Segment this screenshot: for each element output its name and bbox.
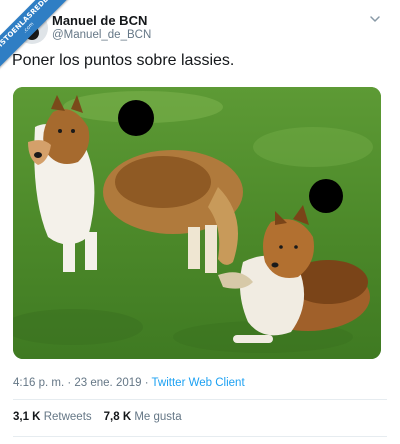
likes-stat[interactable]: 7,8 K Me gusta xyxy=(104,411,182,423)
likes-label: Me gusta xyxy=(134,411,182,423)
retweets-label: Retweets xyxy=(43,411,92,423)
divider-bottom xyxy=(13,436,387,437)
meta-separator-2: · xyxy=(141,377,152,389)
tweet-meta: 4:16 p. m. · 23 ene. 2019 · Twitter Web … xyxy=(13,377,245,389)
tweet-time[interactable]: 4:16 p. m. xyxy=(13,377,64,389)
black-dot-1 xyxy=(118,100,154,136)
client-link[interactable]: Twitter Web Client xyxy=(152,377,245,389)
collies-photo xyxy=(13,87,381,359)
tweet-image[interactable] xyxy=(13,87,381,359)
divider-top xyxy=(13,399,387,400)
author-handle[interactable]: @Manuel_de_BCN xyxy=(52,29,151,41)
meta-separator: · xyxy=(64,377,75,389)
tweet-stats: 3,1 K Retweets 7,8 K Me gusta xyxy=(13,411,182,423)
retweets-stat[interactable]: 3,1 K Retweets xyxy=(13,411,92,423)
author-name[interactable]: Manuel de BCN xyxy=(52,13,147,28)
likes-count: 7,8 K xyxy=(103,411,132,423)
tweet-date[interactable]: 23 ene. 2019 xyxy=(74,377,141,389)
black-dot-2 xyxy=(309,179,343,213)
tweet-text: Poner los puntos sobre lassies. xyxy=(12,52,235,69)
retweets-count: 3,1 K xyxy=(13,411,41,423)
chevron-down-icon[interactable] xyxy=(368,12,382,26)
